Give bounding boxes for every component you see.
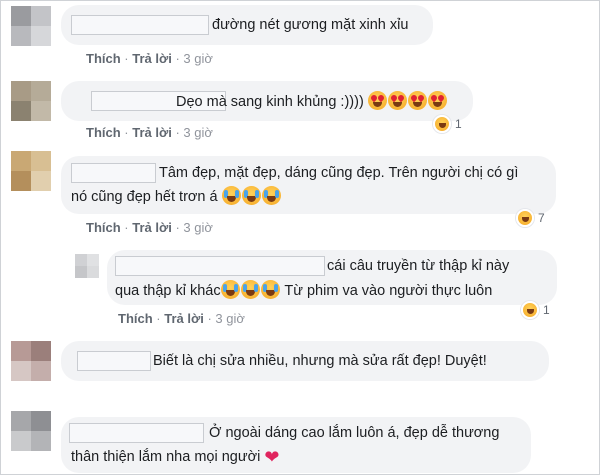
timestamp[interactable]: 3 giờ (183, 51, 213, 66)
redacted-username[interactable] (115, 256, 325, 276)
comment-actions: Thích · Trả lời · 3 giờ (118, 311, 245, 326)
haha-icon (516, 209, 534, 227)
comment-text: qua thập kỉ khác Từ phim va vào người th… (115, 280, 492, 301)
like-button[interactable]: Thích (86, 125, 121, 140)
reaction-count: 1 (543, 303, 550, 317)
comment-bubble: Tâm đẹp, mặt đẹp, dáng cũng đẹp. Trên ng… (61, 156, 556, 214)
comment-bubble: Biết là chị sửa nhiều, nhưng mà sửa rất … (61, 341, 549, 381)
redacted-username[interactable] (71, 15, 209, 35)
avatar[interactable] (11, 151, 51, 191)
comment-bubble: đường nét gương mặt xinh xỉu (61, 5, 433, 45)
reply-button[interactable]: Trả lời (132, 220, 172, 235)
tears-of-joy-emoji-icon (260, 280, 280, 299)
reaction-summary[interactable]: 1 (521, 299, 550, 321)
comment-actions: Thích · Trả lời · 3 giờ (86, 125, 213, 140)
comment-actions: Thích · Trả lời · 3 giờ (86, 220, 213, 235)
like-button[interactable]: Thích (86, 220, 121, 235)
haha-icon (521, 301, 539, 319)
red-heart-icon: ❤ (264, 447, 280, 467)
tears-of-joy-emoji-icon (241, 186, 261, 205)
reaction-count: 1 (455, 117, 462, 131)
comment-bubble: Dẹo mà sang kinh khủng :)))) (61, 81, 473, 121)
comment-bubble: Ở ngoài dáng cao lắm luôn á, đẹp dễ thươ… (61, 417, 531, 473)
heart-eyes-emoji-icon (387, 91, 407, 110)
haha-icon (433, 115, 451, 133)
heart-eyes-emoji-icon (407, 91, 427, 110)
tears-of-joy-emoji-icon (220, 280, 240, 299)
reply-bubble: cái câu truyền từ thập kỉ này qua thập k… (107, 250, 557, 305)
redacted-username[interactable] (71, 163, 156, 183)
reply-button[interactable]: Trả lời (132, 51, 172, 66)
tears-of-joy-emoji-icon (240, 280, 260, 299)
comment-text: Ở ngoài dáng cao lắm luôn á, đẹp dễ thươ… (209, 425, 500, 441)
comment-text: nó cũng đẹp hết trơn á (71, 186, 282, 207)
heart-eyes-emoji-icon (427, 91, 447, 110)
redacted-username[interactable] (69, 423, 204, 443)
tears-of-joy-emoji-icon (261, 186, 281, 205)
avatar[interactable] (11, 341, 51, 381)
like-button[interactable]: Thích (118, 311, 153, 326)
avatar[interactable] (75, 254, 99, 278)
avatar[interactable] (11, 81, 51, 121)
timestamp[interactable]: 3 giờ (183, 125, 213, 140)
comment-section: đường nét gương mặt xinh xỉu Thích · Trả… (0, 0, 600, 475)
heart-eyes-emoji-icon (367, 91, 387, 110)
reaction-count: 7 (538, 211, 545, 225)
comment-actions: Thích · Trả lời · 3 giờ (86, 51, 213, 66)
comment-text: cái câu truyền từ thập kỉ này (327, 258, 510, 274)
avatar[interactable] (11, 6, 51, 46)
tears-of-joy-emoji-icon (221, 186, 241, 205)
avatar[interactable] (11, 411, 51, 451)
comment-text: Biết là chị sửa nhiều, nhưng mà sửa rất … (153, 353, 487, 369)
comment-text: Tâm đẹp, mặt đẹp, dáng cũng đẹp. Trên ng… (159, 165, 519, 181)
comment-text: đường nét gương mặt xinh xỉu (212, 17, 409, 33)
reaction-summary[interactable]: 7 (516, 207, 545, 229)
comment-text: thân thiện lắm nha mọi người ❤ (71, 447, 280, 467)
redacted-username[interactable] (77, 351, 151, 371)
reply-button[interactable]: Trả lời (132, 125, 172, 140)
like-button[interactable]: Thích (86, 51, 121, 66)
reaction-summary[interactable]: 1 (433, 113, 462, 135)
timestamp[interactable]: 3 giờ (215, 311, 245, 326)
comment-text: Dẹo mà sang kinh khủng :)))) (176, 91, 448, 112)
reply-button[interactable]: Trả lời (164, 311, 204, 326)
timestamp[interactable]: 3 giờ (183, 220, 213, 235)
